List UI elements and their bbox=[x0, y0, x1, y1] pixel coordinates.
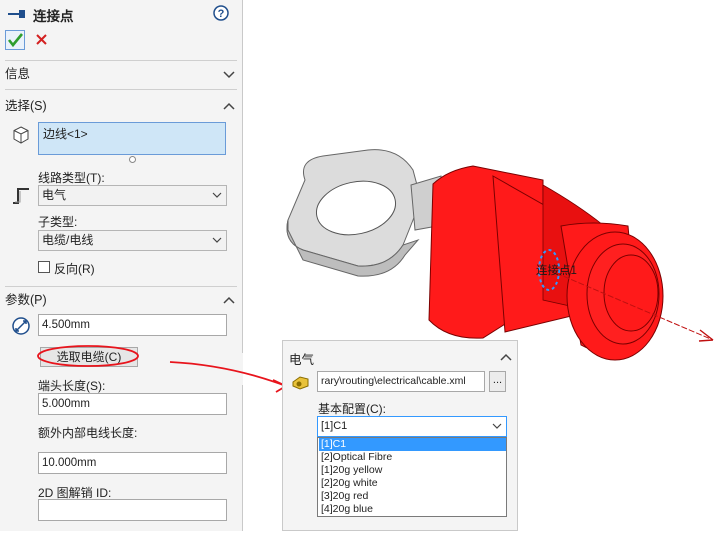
resize-handle[interactable] bbox=[129, 156, 136, 163]
chevron-up-icon[interactable] bbox=[498, 349, 514, 365]
panel-title: 连接点 bbox=[33, 9, 74, 24]
sub-type-select[interactable]: 电缆/电线 bbox=[38, 230, 227, 251]
chevron-down-icon[interactable] bbox=[221, 64, 237, 84]
connection-point-label: 连接点1 bbox=[536, 265, 577, 277]
connection-point-icon bbox=[7, 7, 27, 21]
base-config-label: 基本配置(C): bbox=[318, 402, 386, 416]
dropdown-option[interactable]: [4]20g blue bbox=[319, 503, 506, 516]
ok-button[interactable] bbox=[5, 30, 25, 50]
section-params-header[interactable]: 参数(P) bbox=[5, 290, 237, 310]
extra-length-field[interactable]: 10.000mm bbox=[38, 452, 227, 474]
extra-length-label: 额外内部电线长度: bbox=[38, 426, 138, 440]
end-length-label: 端头长度(S): bbox=[38, 379, 106, 393]
browse-button[interactable]: ... bbox=[489, 371, 506, 392]
route-type-select[interactable]: 电气 bbox=[38, 185, 227, 206]
svg-text:?: ? bbox=[218, 8, 225, 20]
help-icon[interactable]: ? bbox=[213, 5, 229, 21]
property-manager: 连接点 ? 信息 选择(S) 边线<1> 线路类型(T): 电气 子类型: 电缆… bbox=[0, 0, 243, 531]
section-info-header[interactable]: 信息 bbox=[5, 64, 237, 84]
select-cable-button[interactable]: 选取电缆(C) bbox=[40, 347, 138, 367]
popup-title: 电气 bbox=[289, 353, 315, 367]
section-info-label: 信息 bbox=[5, 67, 31, 81]
end-length-value: 5.000mm bbox=[42, 398, 90, 410]
browse-button-label: ... bbox=[492, 374, 503, 386]
pin-2d-field[interactable] bbox=[38, 499, 227, 521]
reverse-checkbox[interactable] bbox=[38, 261, 50, 273]
diameter-icon bbox=[11, 316, 31, 336]
cube-icon bbox=[12, 126, 30, 144]
chevron-up-icon[interactable] bbox=[221, 96, 237, 116]
dropdown-option[interactable]: [3]20g red bbox=[319, 490, 506, 503]
reverse-label: 反向(R) bbox=[54, 262, 95, 276]
chevron-down-icon bbox=[492, 423, 502, 429]
route-type-value: 电气 bbox=[42, 188, 67, 202]
chevron-down-icon bbox=[212, 192, 222, 198]
section-params-label: 参数(P) bbox=[5, 293, 47, 307]
diameter-value: 4.500mm bbox=[42, 319, 90, 331]
chevron-down-icon bbox=[212, 237, 222, 243]
selection-box[interactable]: 边线<1> bbox=[38, 122, 226, 155]
cancel-button[interactable] bbox=[33, 31, 51, 49]
diameter-field[interactable]: 4.500mm bbox=[38, 314, 227, 336]
library-icon bbox=[291, 373, 311, 391]
close-icon bbox=[36, 34, 47, 45]
route-type-label: 线路类型(T): bbox=[38, 171, 105, 185]
end-length-field[interactable]: 5.000mm bbox=[38, 393, 227, 415]
chevron-up-icon[interactable] bbox=[221, 290, 237, 310]
base-config-select[interactable]: [1]C1 bbox=[317, 416, 507, 437]
select-cable-label: 选取电缆(C) bbox=[56, 350, 122, 364]
dropdown-option[interactable]: [1]C1 bbox=[319, 438, 506, 451]
check-icon bbox=[7, 33, 24, 48]
sub-type-label: 子类型: bbox=[38, 215, 78, 229]
dropdown-option[interactable]: [2]Optical Fibre bbox=[319, 451, 506, 464]
dropdown-option[interactable]: [1]20g yellow bbox=[319, 464, 506, 477]
library-path-value: rary\routing\electrical\cable.xml bbox=[321, 375, 466, 387]
base-config-value: [1]C1 bbox=[321, 420, 348, 432]
library-path-field[interactable]: rary\routing\electrical\cable.xml bbox=[317, 371, 485, 392]
section-selection-label: 选择(S) bbox=[5, 99, 47, 113]
selection-box-item: 边线<1> bbox=[43, 127, 88, 141]
sub-type-value: 电缆/电线 bbox=[42, 233, 94, 247]
section-selection-header[interactable]: 选择(S) bbox=[5, 96, 237, 116]
dropdown-option[interactable]: [2]20g white bbox=[319, 477, 506, 490]
route-icon bbox=[10, 183, 32, 205]
extra-length-value: 10.000mm bbox=[42, 457, 97, 469]
